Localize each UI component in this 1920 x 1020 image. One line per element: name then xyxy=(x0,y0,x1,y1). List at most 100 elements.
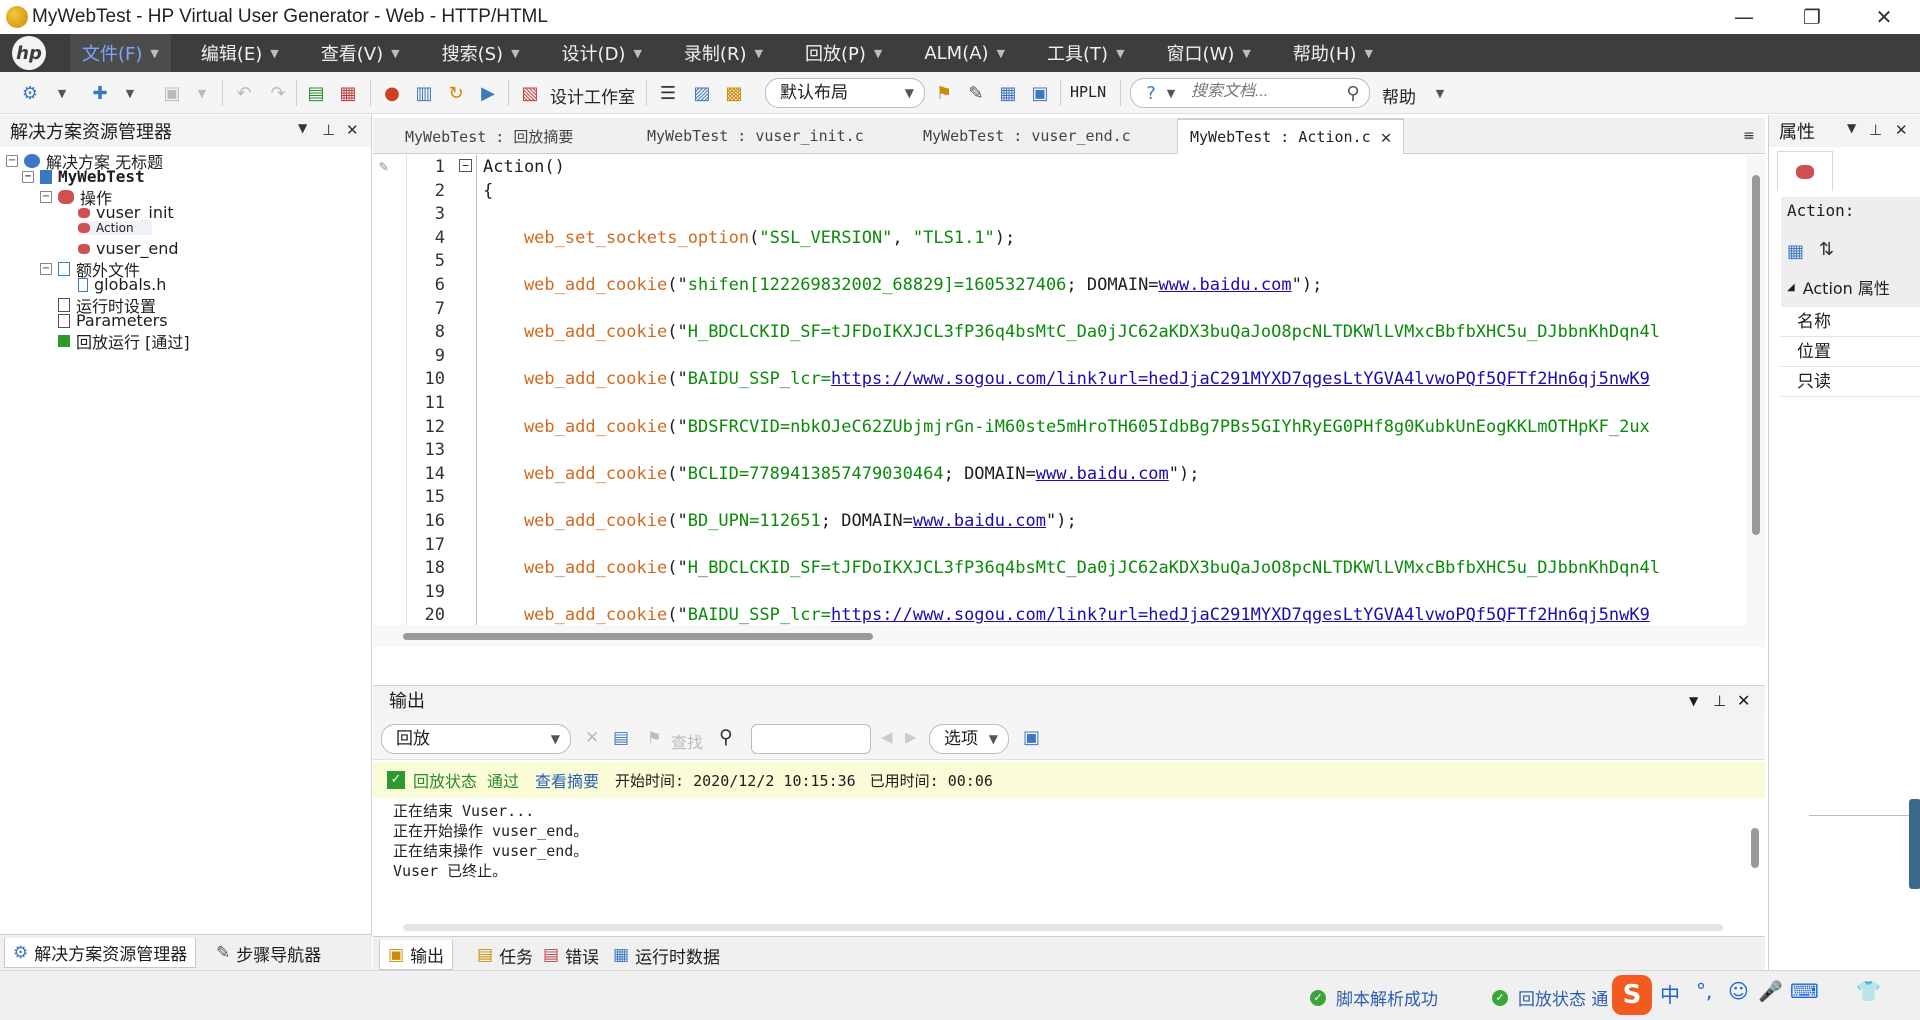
search-icon[interactable]: ⚲ xyxy=(719,726,733,748)
keyboard-icon[interactable]: ⌨ xyxy=(1790,979,1819,1003)
find-icon[interactable]: ⚑ xyxy=(647,728,661,747)
compile-icon[interactable]: ▤ xyxy=(304,81,328,105)
tab-vuser-end[interactable]: MyWebTest : vuser_end.c xyxy=(911,118,1143,154)
snapshot-icon[interactable]: ▩ xyxy=(722,81,746,105)
tab-tasks[interactable]: ▤ 任务 xyxy=(469,940,541,970)
tree-node-parameters[interactable]: Parameters xyxy=(58,311,168,330)
menu-edit[interactable]: 编辑(E) ▼ xyxy=(189,34,291,72)
menu-record[interactable]: 录制(R) ▼ xyxy=(672,34,775,72)
save-icon[interactable]: ▣ xyxy=(160,81,184,105)
chevron-down-icon[interactable]: ▼ xyxy=(298,121,307,135)
code-line[interactable]: web_add_cookie("BDSFRCVID=nbkOJeC62ZUbjm… xyxy=(483,417,1650,437)
undo-icon[interactable]: ↶ xyxy=(232,81,256,105)
categorized-icon[interactable]: ▦ xyxy=(1787,241,1804,262)
code-line[interactable]: web_add_cookie("BCLID=778941385747903046… xyxy=(483,464,1200,484)
scroll-thumb[interactable] xyxy=(403,633,873,640)
tab-step-navigator[interactable]: ✎ 步骤导航器 xyxy=(208,938,329,968)
ime-logo-icon[interactable]: S xyxy=(1612,975,1652,1015)
replay-status[interactable]: ✓ 回放状态 通 xyxy=(1492,985,1608,1010)
scroll-thumb[interactable] xyxy=(1751,828,1759,868)
ime-language-icon[interactable]: 中 xyxy=(1660,979,1680,1008)
menu-file[interactable]: 文件(F) ▼ xyxy=(70,34,171,72)
tree-node-project[interactable]: − MyWebTest xyxy=(22,167,145,186)
pin-icon[interactable]: ⊥ xyxy=(1869,121,1882,139)
minimize-button[interactable]: — xyxy=(1716,0,1772,34)
output-horizontal-scrollbar[interactable] xyxy=(383,922,1743,932)
menu-help[interactable]: 帮助(H) ▼ xyxy=(1281,34,1385,72)
breakpoint-gutter[interactable]: ✎ xyxy=(373,155,407,647)
code-line[interactable]: web_set_sockets_option("SSL_VERSION", "T… xyxy=(483,228,1015,248)
collapse-icon[interactable]: − xyxy=(6,155,18,167)
tab-solution-explorer[interactable]: ⚙ 解决方案资源管理器 xyxy=(4,938,197,968)
microphone-icon[interactable]: 🎤 xyxy=(1758,979,1783,1003)
prop-row-readonly[interactable]: 只读 xyxy=(1781,367,1920,397)
search-icon[interactable]: ⚲ xyxy=(1341,81,1365,105)
find-button[interactable]: 查找 xyxy=(671,729,703,753)
tab-errors[interactable]: ▤ 错误 xyxy=(535,940,607,970)
pin-icon[interactable]: ⊥ xyxy=(1713,692,1726,710)
window-icon[interactable]: ▣ xyxy=(1028,81,1052,105)
code-link[interactable]: www.baidu.com xyxy=(1159,275,1292,295)
properties-group[interactable]: ◢ Action 属性 xyxy=(1787,275,1890,299)
design-studio-button[interactable]: 设计工作室 xyxy=(550,83,635,108)
code-line[interactable]: web_add_cookie("BD_UPN=112651; DOMAIN=ww… xyxy=(483,511,1077,531)
prop-row-location[interactable]: 位置 xyxy=(1781,337,1920,367)
editor-vertical-scrollbar[interactable] xyxy=(1747,155,1765,647)
chevron-down-icon[interactable]: ▼ xyxy=(50,81,74,105)
tab-runtime-data[interactable]: ▦ 运行时数据 xyxy=(605,940,728,970)
menu-replay[interactable]: 回放(P) ▼ xyxy=(793,34,894,72)
help-button[interactable]: 帮助 xyxy=(1382,83,1416,108)
close-button[interactable]: ✕ xyxy=(1856,0,1912,34)
grid-icon[interactable]: ▦ xyxy=(996,81,1020,105)
layout-select[interactable]: 默认布局 ▼ xyxy=(765,78,925,108)
output-source-select[interactable]: 回放 ▼ xyxy=(381,724,571,754)
list-icon[interactable]: ☰ xyxy=(656,81,680,105)
thumbnail-icon[interactable]: ▨ xyxy=(690,81,714,105)
chevron-down-icon[interactable]: ▼ xyxy=(1159,81,1183,105)
tab-replay-summary[interactable]: MyWebTest : 回放摘要 xyxy=(393,118,585,154)
next-icon[interactable]: ▶ xyxy=(905,728,917,746)
tab-vuser-init[interactable]: MyWebTest : vuser_init.c xyxy=(635,118,876,154)
close-icon[interactable]: ✕ xyxy=(1895,121,1908,139)
code-line[interactable]: web_add_cookie("H_BDCLCKID_SF=tJFDoIKXJC… xyxy=(483,322,1660,342)
side-widget[interactable] xyxy=(1909,799,1920,889)
redo-icon[interactable]: ↷ xyxy=(266,81,290,105)
chevron-down-icon[interactable]: ▼ xyxy=(1689,694,1698,708)
emoji-icon[interactable]: ☺ xyxy=(1728,979,1749,1003)
design-studio-icon[interactable]: ▧ xyxy=(518,81,542,105)
tree-node-action[interactable]: Action xyxy=(78,221,152,235)
collapse-icon[interactable]: ◢ xyxy=(1787,282,1795,293)
bookmark-icon[interactable]: ⚑ xyxy=(932,81,956,105)
code-link[interactable]: www.baidu.com xyxy=(1036,464,1169,484)
close-tab-icon[interactable]: ✕ xyxy=(1381,127,1392,148)
chevron-down-icon[interactable]: ▼ xyxy=(118,81,142,105)
code-editor[interactable]: ✎ 123456789101112131415161718192021 − Ac… xyxy=(373,155,1765,647)
chevron-down-icon[interactable]: ▼ xyxy=(1847,121,1856,135)
save-icon[interactable]: ▣ xyxy=(1023,727,1040,748)
output-search-input[interactable] xyxy=(751,724,871,754)
menu-search[interactable]: 搜索(S) ▼ xyxy=(430,34,532,72)
code-line[interactable]: web_add_cookie("BAIDU_SSP_lcr=https://ww… xyxy=(483,369,1650,389)
scroll-thumb[interactable] xyxy=(1752,175,1760,535)
code-line[interactable]: Action() xyxy=(483,157,565,177)
code-line[interactable]: { xyxy=(483,181,493,201)
menu-view[interactable]: 查看(V) ▼ xyxy=(309,34,412,72)
hpln-button[interactable]: HPLN xyxy=(1070,83,1106,101)
collapse-icon[interactable]: − xyxy=(40,191,52,203)
tree-node-replay-run[interactable]: 回放运行 [通过] xyxy=(58,329,190,353)
runtime-settings-icon[interactable]: ▥ xyxy=(412,81,436,105)
collapse-icon[interactable]: − xyxy=(22,170,34,183)
view-summary-link[interactable]: 查看摘要 xyxy=(535,768,599,792)
clear-icon[interactable]: ✕ xyxy=(585,728,599,748)
menu-alm[interactable]: ALM(A) ▼ xyxy=(912,34,1017,72)
record-icon[interactable]: ● xyxy=(380,81,404,105)
code-line[interactable]: web_add_cookie("shifen[122269832002_6882… xyxy=(483,275,1322,295)
prop-row-name[interactable]: 名称 xyxy=(1781,307,1920,337)
menu-tools[interactable]: 工具(T) ▼ xyxy=(1035,34,1137,72)
properties-object-tab[interactable] xyxy=(1777,151,1833,191)
tab-list-icon[interactable]: ≡ xyxy=(1743,128,1755,144)
doc-search-input[interactable] xyxy=(1189,82,1339,102)
maximize-button[interactable]: ❐ xyxy=(1784,0,1840,34)
menu-design[interactable]: 设计(D) ▼ xyxy=(550,34,654,72)
scroll-thumb[interactable] xyxy=(403,924,1723,931)
